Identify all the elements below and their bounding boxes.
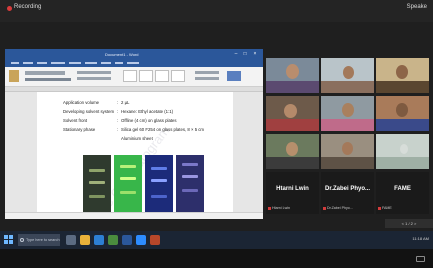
spec-key: Solvent front (63, 118, 88, 123)
participant-name-tile[interactable]: Htarni Lwin Htarni Lwin (266, 172, 319, 214)
participant-video[interactable] (266, 134, 319, 169)
participant-video[interactable] (321, 96, 374, 131)
minimize-icon[interactable]: – (233, 51, 239, 57)
search-icon (20, 238, 24, 242)
participant-name: Htarni Lwin (276, 186, 309, 192)
tlc-plate-image (114, 155, 142, 212)
participant-video[interactable] (376, 134, 429, 169)
participant-gallery: Htarni Lwin Htarni Lwin Dr.Zabei Phyo...… (266, 58, 430, 218)
shared-screen: Document1 - Word – □ × TLC Chromatogram … (5, 49, 263, 219)
document-area: TLC Chromatogram Application volume : 2 … (5, 92, 263, 212)
taskbar-search-input[interactable]: Type here to search (18, 234, 60, 246)
powerpoint-icon[interactable] (150, 235, 160, 245)
taskbar: Type here to search 11:18 AM (0, 231, 433, 249)
spec-value: Silica gel 60 F254 on glass plates, 8 × … (121, 127, 205, 132)
word-title-bar: Document1 - Word – □ × (5, 49, 263, 59)
chrome-icon[interactable] (108, 235, 118, 245)
search-placeholder: Type here to search (26, 238, 60, 242)
spec-key: Application volume (63, 100, 100, 105)
participant-video[interactable] (266, 58, 319, 93)
ribbon-tabs[interactable] (5, 59, 263, 67)
participant-name-tile[interactable]: FAME FAME (376, 172, 429, 214)
speaker-view-button[interactable]: Speake (407, 4, 427, 10)
file-explorer-icon[interactable] (80, 235, 90, 245)
maximize-icon[interactable]: □ (242, 51, 248, 57)
tlc-plate-image (145, 155, 173, 212)
participant-sublabel: FAME (378, 206, 392, 210)
windows-start-icon[interactable] (4, 235, 14, 245)
participant-name-tile[interactable]: Dr.Zabei Phyo... Dr.Zabei Phyo... (321, 172, 374, 214)
spec-value: Hexane: Ethyl acetate (1:1) (121, 109, 174, 114)
screen-icon[interactable] (416, 256, 425, 262)
system-clock[interactable]: 11:18 AM (412, 236, 429, 241)
record-icon (7, 6, 12, 11)
word-window-title: Document1 - Word (105, 52, 139, 57)
meeting-top-bar: Recording Speake (0, 0, 433, 22)
participant-video[interactable] (376, 96, 429, 131)
participant-video[interactable] (376, 58, 429, 93)
close-icon[interactable]: × (252, 51, 258, 57)
ribbon-toolbar[interactable] (5, 67, 263, 87)
gallery-page-control[interactable]: < 1 / 2 > (385, 219, 433, 228)
word-status-bar (5, 212, 263, 219)
spec-value: Aluminium sheet (121, 136, 153, 141)
word-icon[interactable] (122, 235, 132, 245)
participant-sublabel: Htarni Lwin (268, 206, 290, 210)
spec-value: 2 µL (121, 100, 130, 105)
participant-video[interactable] (321, 58, 374, 93)
participant-video[interactable] (266, 96, 319, 131)
spec-key: Developing solvent system (63, 109, 115, 114)
document-page[interactable]: TLC Chromatogram Application volume : 2 … (37, 92, 233, 212)
participant-name: FAME (394, 186, 411, 192)
spec-key: Stationary phase (63, 127, 96, 132)
participant-name: Dr.Zabei Phyo... (324, 186, 370, 192)
recording-label: Recording (14, 4, 42, 10)
task-view-icon[interactable] (66, 235, 76, 245)
bottom-bar (0, 249, 433, 268)
tlc-plate-image (176, 155, 204, 212)
participant-video[interactable] (321, 134, 374, 169)
tlc-plate-image (83, 155, 111, 212)
participant-sublabel: Dr.Zabei Phyo... (323, 206, 353, 210)
edge-icon[interactable] (94, 235, 104, 245)
zoom-icon[interactable] (136, 235, 146, 245)
spec-value: Offline (4 cm) on glass plates (121, 118, 177, 123)
